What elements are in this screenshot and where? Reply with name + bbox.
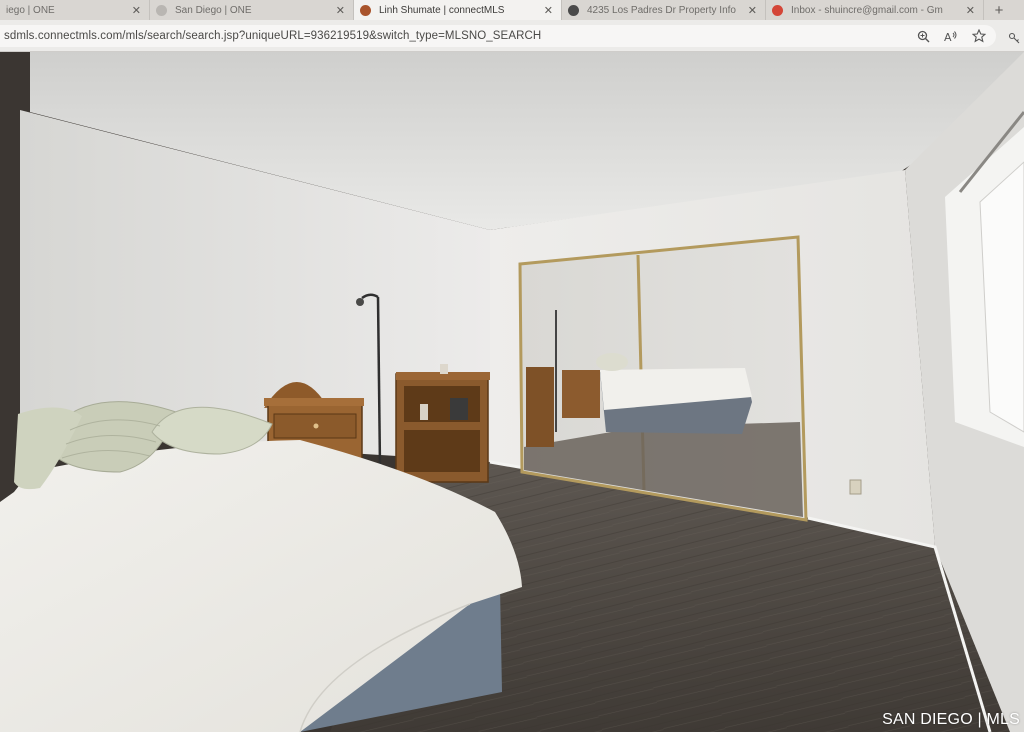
url-text[interactable]: sdmls.connectmls.com/mls/search/search.j…: [4, 30, 916, 42]
tab-favicon-icon: [568, 4, 579, 16]
svg-text:A: A: [944, 31, 952, 43]
tab-favicon-icon: [360, 4, 371, 16]
browser-tab[interactable]: Linh Shumate | connectMLS ✕: [354, 0, 562, 20]
new-tab-button[interactable]: +: [984, 0, 1014, 20]
zoom-icon[interactable]: [916, 29, 930, 43]
tab-close-icon[interactable]: ✕: [544, 4, 553, 17]
url-field[interactable]: sdmls.connectmls.com/mls/search/search.j…: [0, 25, 996, 47]
tab-close-icon[interactable]: ✕: [966, 4, 975, 17]
browser-tab[interactable]: San Diego | ONE ✕: [150, 0, 354, 20]
tab-title: San Diego | ONE: [175, 4, 252, 16]
tab-title: 4235 Los Padres Dr Property Info: [587, 4, 736, 16]
browser-tab[interactable]: iego | ONE ✕: [0, 0, 150, 20]
browser-tab[interactable]: Inbox - shuincre@gmail.com - Gm ✕: [766, 0, 984, 20]
tab-favicon-icon: [156, 4, 167, 16]
read-aloud-icon[interactable]: A: [944, 29, 958, 43]
browser-address-bar: sdmls.connectmls.com/mls/search/search.j…: [0, 20, 1024, 52]
tab-title: Linh Shumate | connectMLS: [379, 4, 505, 16]
bedroom-photo: [0, 52, 1024, 732]
listing-photo-viewer[interactable]: SAN DIEGO | MLS: [0, 52, 1024, 732]
tab-title: Inbox - shuincre@gmail.com - Gm: [791, 4, 943, 16]
tab-title: iego | ONE: [6, 4, 55, 16]
browser-tab-bar: iego | ONE ✕ San Diego | ONE ✕ Linh Shumate …: [0, 0, 1024, 20]
tab-close-icon[interactable]: ✕: [336, 4, 345, 17]
tab-close-icon[interactable]: ✕: [132, 4, 141, 17]
tab-close-icon[interactable]: ✕: [748, 4, 757, 17]
mls-watermark: SAN DIEGO | MLS: [882, 711, 1020, 728]
tab-favicon-icon: [772, 4, 783, 16]
extensions-icon[interactable]: [1008, 31, 1020, 44]
favorite-star-icon[interactable]: [972, 29, 986, 43]
browser-tab[interactable]: 4235 Los Padres Dr Property Info ✕: [562, 0, 766, 20]
